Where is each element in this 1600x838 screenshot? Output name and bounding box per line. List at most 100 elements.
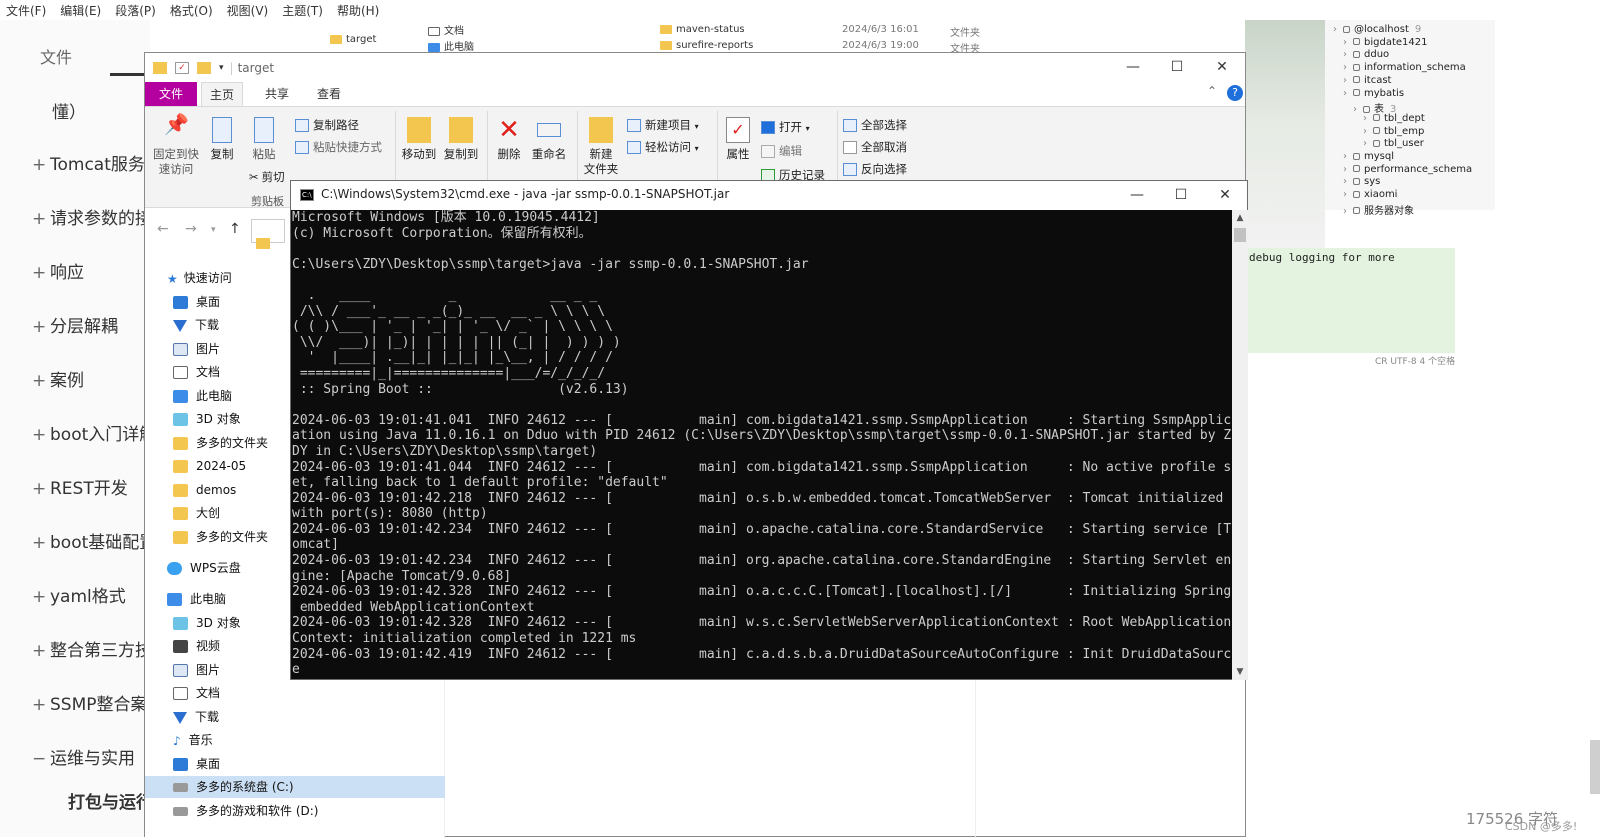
db-tree-item[interactable]: › tbl_emp — [1363, 126, 1424, 137]
expand-icon[interactable]: + — [32, 533, 50, 553]
chevron-right-icon[interactable]: › — [1343, 164, 1353, 175]
console-output[interactable]: Microsoft Windows [版本 10.0.19045.4412] (c… — [291, 210, 1232, 680]
expand-icon[interactable]: + — [32, 263, 50, 283]
select-all-button[interactable]: 全部选择 — [843, 117, 907, 133]
up-arrow-icon[interactable]: ↑ — [229, 221, 241, 237]
chevron-right-icon[interactable]: › — [1343, 62, 1353, 73]
maximize-button[interactable]: ☐ — [1155, 53, 1199, 82]
expand-icon[interactable]: + — [32, 641, 50, 661]
chevron-right-icon[interactable]: › — [1343, 176, 1353, 187]
outline-item[interactable]: + 响应 — [32, 258, 84, 283]
db-tree-item[interactable]: › tbl_user — [1363, 138, 1424, 149]
rename-button[interactable]: 重命名 — [531, 117, 567, 162]
quick-access-dropdown-icon[interactable]: ▾ — [219, 63, 224, 73]
chevron-right-icon[interactable]: › — [1343, 88, 1353, 99]
open-button[interactable]: 打开 ▾ — [761, 119, 810, 135]
outline-item[interactable]: + 整合第三方技 — [32, 636, 152, 661]
sidebar-item[interactable]: 文档 — [173, 682, 445, 704]
invert-selection-button[interactable]: 反向选择 — [843, 161, 907, 177]
pin-quick-access-button[interactable]: 📌 固定到快 速访问 — [151, 114, 201, 177]
bg-side-item[interactable]: 此电脑 — [428, 38, 474, 53]
file-row[interactable]: maven-status — [660, 24, 745, 35]
expand-icon[interactable]: + — [32, 209, 50, 229]
chevron-right-icon[interactable]: › — [1353, 104, 1363, 115]
new-item-button[interactable]: 新建项目 ▾ — [627, 117, 699, 133]
collapse-ribbon-icon[interactable]: ⌃ — [1207, 84, 1217, 98]
easy-access-button[interactable]: 轻松访问 ▾ — [627, 139, 699, 155]
db-tree-item[interactable]: › mybatis — [1343, 88, 1404, 99]
expand-icon[interactable]: + — [32, 695, 50, 715]
chevron-right-icon[interactable]: › — [1363, 113, 1373, 124]
sidebar-item[interactable]: 多多的系统盘 (C:) — [145, 776, 445, 798]
outline-item[interactable]: − 运维与实用 — [32, 744, 135, 769]
db-tree-item[interactable]: › mysql — [1343, 151, 1394, 162]
editor-scrollbar-thumb[interactable] — [1590, 740, 1600, 794]
cut-button[interactable]: ✂ 剪切 — [249, 169, 285, 185]
sidebar-item[interactable]: 下载 — [173, 706, 445, 728]
chevron-right-icon[interactable]: › — [1363, 126, 1373, 137]
menu-item[interactable]: 段落(P) — [115, 2, 156, 19]
outline-item[interactable]: 打包与运行 — [68, 788, 153, 813]
outline-item[interactable]: + boot入门详解 — [32, 420, 156, 445]
chevron-right-icon[interactable]: › — [1333, 24, 1343, 35]
db-tree-item[interactable]: › xiaomi — [1343, 189, 1397, 200]
scroll-down-icon[interactable]: ▼ — [1232, 664, 1248, 680]
outline-item[interactable]: + boot基础配置 — [32, 528, 156, 553]
minimize-button[interactable]: — — [1111, 53, 1155, 82]
menu-item[interactable]: 帮助(H) — [337, 2, 379, 19]
outline-item[interactable]: + SSMP整合案 — [32, 690, 148, 715]
chevron-right-icon[interactable]: › — [1343, 49, 1353, 60]
scroll-up-icon[interactable]: ▲ — [1232, 210, 1248, 226]
tab-share[interactable]: 共享 — [257, 82, 297, 106]
sidebar-item[interactable]: ♪ 音乐 — [173, 729, 445, 751]
back-arrow-icon[interactable]: ← — [157, 221, 169, 237]
expand-icon[interactable]: + — [32, 587, 50, 607]
new-folder-button[interactable]: 新建 文件夹 — [581, 117, 621, 177]
recent-chevron-icon[interactable]: ▾ — [211, 225, 216, 235]
bg-tree-item[interactable]: target — [330, 34, 376, 45]
outline-item[interactable]: + 案例 — [32, 366, 84, 391]
db-tree-item[interactable]: › tbl_dept — [1363, 113, 1425, 124]
menu-item[interactable]: 视图(V) — [227, 2, 269, 19]
menu-item[interactable]: 编辑(E) — [60, 2, 101, 19]
outline-item[interactable]: + 请求参数的接 — [32, 204, 152, 229]
maximize-button[interactable]: ☐ — [1159, 181, 1203, 210]
delete-button[interactable]: ✕ 删除 — [493, 117, 525, 162]
copy-path-button[interactable]: 复制路径 — [295, 117, 359, 133]
db-tree-item[interactable]: › information_schema — [1343, 62, 1466, 73]
outline-item[interactable]: + yaml格式 — [32, 582, 126, 607]
chevron-right-icon[interactable]: › — [1343, 37, 1353, 48]
scrollbar-thumb[interactable] — [1234, 228, 1246, 242]
paste-shortcut-button[interactable]: 粘贴快捷方式 — [295, 139, 382, 155]
file-row[interactable]: surefire-reports — [660, 40, 753, 51]
sidebar-item[interactable]: 桌面 — [173, 753, 445, 775]
move-to-button[interactable]: 移动到 — [401, 117, 437, 162]
outline-item[interactable]: 懂） — [52, 98, 86, 123]
outline-item[interactable]: + 分层解耦 — [32, 312, 118, 337]
db-tree-item[interactable]: › 服务器对象 — [1343, 202, 1414, 217]
edit-button[interactable]: 编辑 — [761, 143, 802, 159]
close-button[interactable]: ✕ — [1200, 53, 1244, 82]
address-bar[interactable] — [251, 219, 285, 249]
db-tree-item[interactable]: › dduo — [1343, 49, 1389, 60]
menu-item[interactable]: 主题(T) — [282, 2, 323, 19]
sidebar-item[interactable]: 多多的游戏和软件 (D:) — [173, 800, 445, 822]
paste-button[interactable]: 粘贴 — [249, 117, 279, 162]
db-tree-item[interactable]: › bigdate1421 — [1343, 37, 1427, 48]
chevron-right-icon[interactable]: › — [1343, 75, 1353, 86]
copy-button[interactable]: 复制 — [207, 117, 237, 162]
menu-item[interactable]: 文件(F) — [6, 2, 46, 19]
expand-icon[interactable]: + — [32, 371, 50, 391]
help-icon[interactable]: ? — [1227, 85, 1243, 101]
db-tree-item[interactable]: › performance_schema — [1343, 164, 1472, 175]
properties-button[interactable]: ✓ 属性 — [723, 117, 753, 162]
bg-side-item[interactable]: 文档 — [428, 22, 464, 37]
tab-view[interactable]: 查看 — [309, 82, 349, 106]
collapse-icon[interactable]: − — [32, 749, 50, 769]
cmd-scrollbar[interactable]: ▲ ▼ — [1232, 210, 1248, 680]
copy-to-button[interactable]: 复制到 — [443, 117, 479, 162]
expand-icon[interactable]: + — [32, 425, 50, 445]
db-tree-item[interactable]: › sys — [1343, 176, 1380, 187]
chevron-right-icon[interactable]: › — [1363, 138, 1373, 149]
chevron-right-icon[interactable]: › — [1343, 151, 1353, 162]
